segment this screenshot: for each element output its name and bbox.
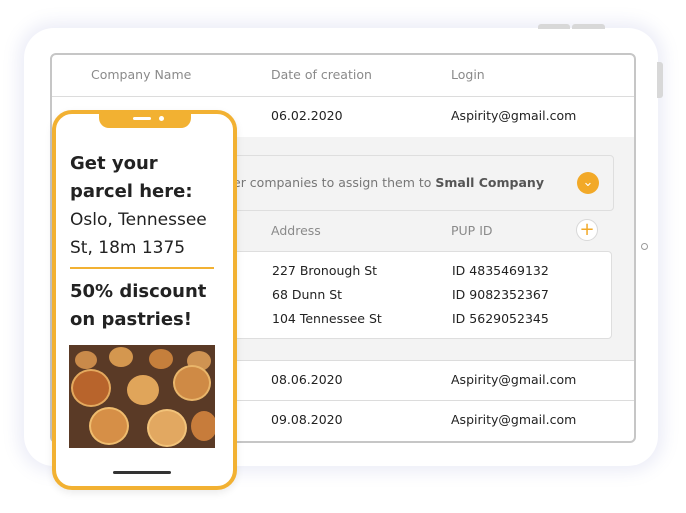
row-date: 06.02.2020 xyxy=(271,108,343,123)
row-login: Aspirity@gmail.com xyxy=(451,412,577,427)
chevron-down-icon[interactable]: ⌄ xyxy=(577,172,599,194)
pup-id-item: ID 9082352367 xyxy=(452,287,549,302)
header-company-name: Company Name xyxy=(91,67,192,82)
phone-notch xyxy=(99,114,191,128)
header-login: Login xyxy=(451,67,485,82)
header-pup-id: PUP ID xyxy=(451,223,493,238)
tablet-side-button xyxy=(657,62,663,98)
address-item: 68 Dunn St xyxy=(272,287,343,302)
pup-id-item: ID 4835469132 xyxy=(452,263,549,278)
parcel-address: Oslo, Tennessee St, 18m 1375 xyxy=(70,210,207,258)
discount-heading: 50% discount on pastries! xyxy=(70,281,207,330)
camera-icon xyxy=(159,116,164,121)
header-date-of-creation: Date of creation xyxy=(271,67,372,82)
address-item: 104 Tennessee St xyxy=(272,311,382,326)
speaker-icon xyxy=(133,117,151,120)
pup-id-item: ID 5629052345 xyxy=(452,311,549,326)
parcel-heading: Get your parcel here: xyxy=(70,153,193,202)
address-item: 227 Bronough St xyxy=(272,263,378,278)
divider-line xyxy=(70,267,214,269)
home-indicator xyxy=(113,471,171,474)
tablet-home-dot xyxy=(641,243,648,250)
table-header: Company Name Date of creation Login xyxy=(52,55,634,95)
tablet-top-button-2 xyxy=(572,24,605,29)
tablet-top-button xyxy=(538,24,570,29)
assign-text: er companies to assign them to Small Com… xyxy=(233,175,544,190)
row-date: 08.06.2020 xyxy=(271,372,343,387)
row-date: 09.08.2020 xyxy=(271,412,343,427)
phone-frame: Get your parcel here: Oslo, Tennessee St… xyxy=(52,110,237,490)
row-login: Aspirity@gmail.com xyxy=(451,108,577,123)
plus-icon[interactable]: + xyxy=(576,219,598,241)
header-address: Address xyxy=(271,223,321,238)
pastries-photo xyxy=(69,345,215,448)
row-login: Aspirity@gmail.com xyxy=(451,372,577,387)
